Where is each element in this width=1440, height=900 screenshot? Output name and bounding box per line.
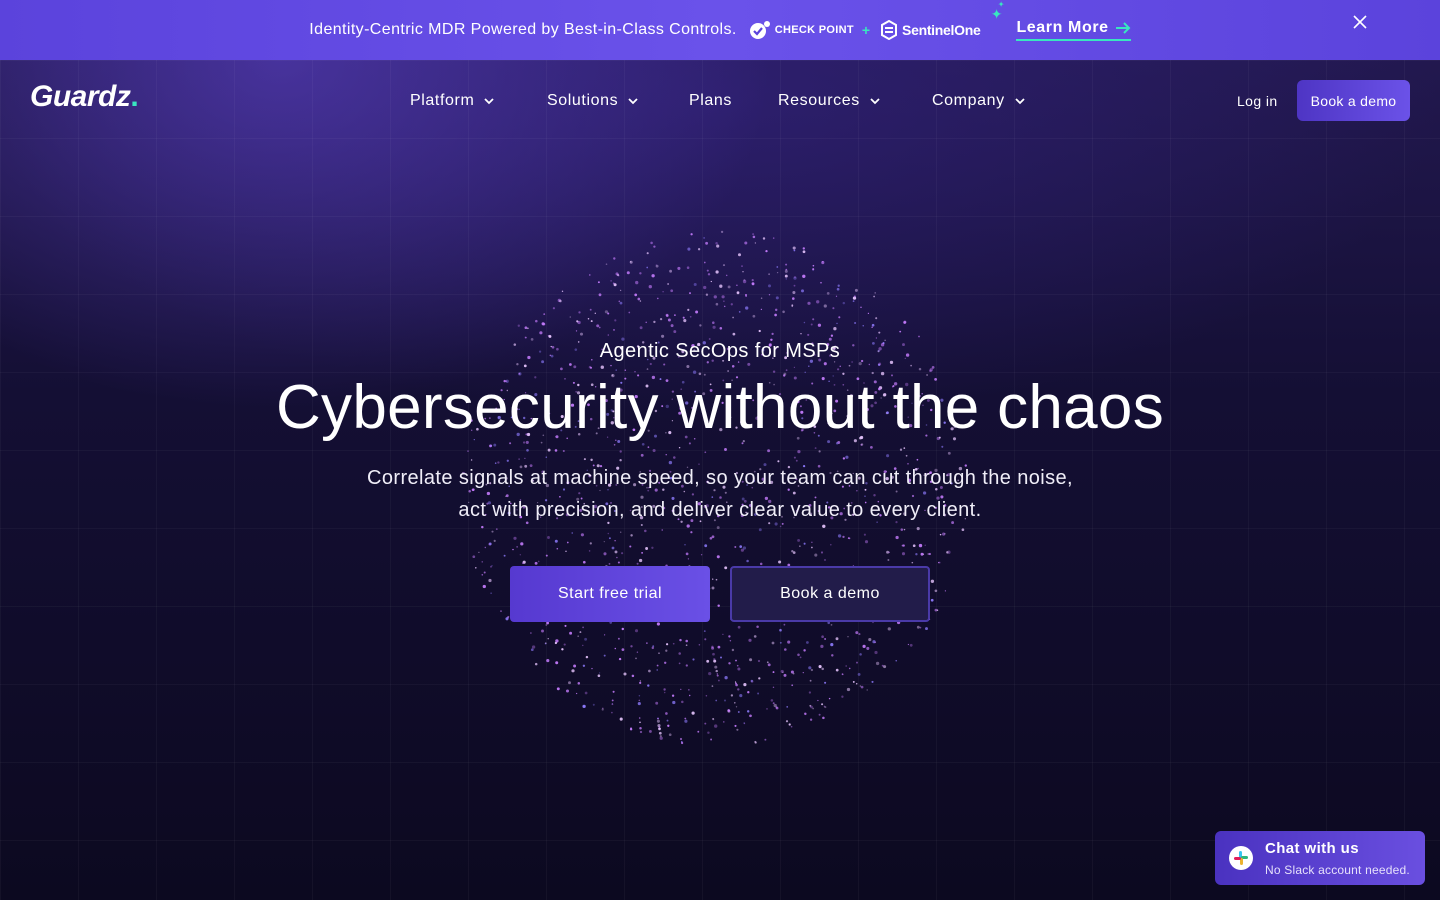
login-link[interactable]: Log in: [1237, 93, 1278, 109]
slack-icon: [1229, 846, 1253, 870]
nav-item-label: Solutions: [547, 92, 619, 109]
nav-links: Platform Solutions Plans Resources Compa…: [410, 92, 1026, 110]
chat-texts: Chat with us No Slack account needed.: [1265, 840, 1410, 877]
hero-eyebrow: Agentic SecOps for MSPs: [599, 340, 841, 362]
guardz-logo[interactable]: Guardz.: [30, 80, 139, 114]
hero-subtext-line: act with precision, and deliver clear va…: [458, 499, 982, 521]
hero-subtext-line: Correlate signals at machine speed, so y…: [367, 467, 1073, 489]
hero-subtext: Correlate signals at machine speed, so y…: [320, 462, 1120, 526]
check-point-logo: CHECK POINT: [749, 20, 854, 40]
nav-item-resources[interactable]: Resources: [778, 92, 932, 110]
chat-subtitle: No Slack account needed.: [1265, 862, 1410, 877]
nav-item-company[interactable]: Company: [932, 92, 1026, 110]
announcement-text: Identity-Centric MDR Powered by Best-in-…: [309, 21, 737, 38]
chat-widget[interactable]: Chat with us No Slack account needed.: [1215, 831, 1425, 885]
main-nav: Guardz. Platform Solutions Plans Resourc…: [0, 60, 1440, 142]
announcement-bar: Identity-Centric MDR Powered by Best-in-…: [0, 0, 1440, 60]
chevron-down-icon: [870, 98, 880, 105]
hero-headline: Cybersecurity without the chaos: [275, 373, 1165, 442]
check-point-icon: [749, 21, 770, 39]
arrow-right-icon: [1115, 22, 1131, 34]
check-point-label: CHECK POINT: [774, 24, 854, 36]
nav-item-label: Company: [932, 92, 1005, 109]
learn-more-link[interactable]: Learn More: [1016, 19, 1131, 41]
chevron-down-icon: [484, 98, 495, 105]
sparkle-small-icon: ✦: [997, 0, 1005, 9]
nav-item-solutions[interactable]: Solutions: [547, 92, 689, 110]
learn-more-label: Learn More: [1016, 19, 1109, 36]
nav-item-label: Plans: [689, 92, 733, 109]
sentinelone-icon: [881, 20, 898, 40]
chat-title: Chat with us: [1265, 839, 1359, 857]
close-icon[interactable]: [1350, 12, 1370, 32]
chevron-down-icon: [1015, 98, 1025, 105]
book-demo-button[interactable]: Book a demo: [730, 566, 930, 622]
nav-item-label: Platform: [410, 92, 475, 109]
logo-dot: .: [130, 80, 139, 113]
sentinelone-logo: SentinelOne ✦ ✦: [880, 0, 1004, 40]
nav-item-plans[interactable]: Plans: [689, 92, 778, 110]
sentinelone-label: SentinelOne: [902, 22, 981, 38]
logo-text: Guardz: [30, 80, 131, 113]
book-demo-nav-button[interactable]: Book a demo: [1297, 80, 1410, 121]
nav-item-label: Resources: [778, 92, 860, 109]
plus-sign: +: [861, 22, 871, 38]
chevron-down-icon: [628, 98, 638, 105]
start-free-trial-button[interactable]: Start free trial: [510, 566, 710, 622]
nav-item-platform[interactable]: Platform: [410, 92, 547, 110]
